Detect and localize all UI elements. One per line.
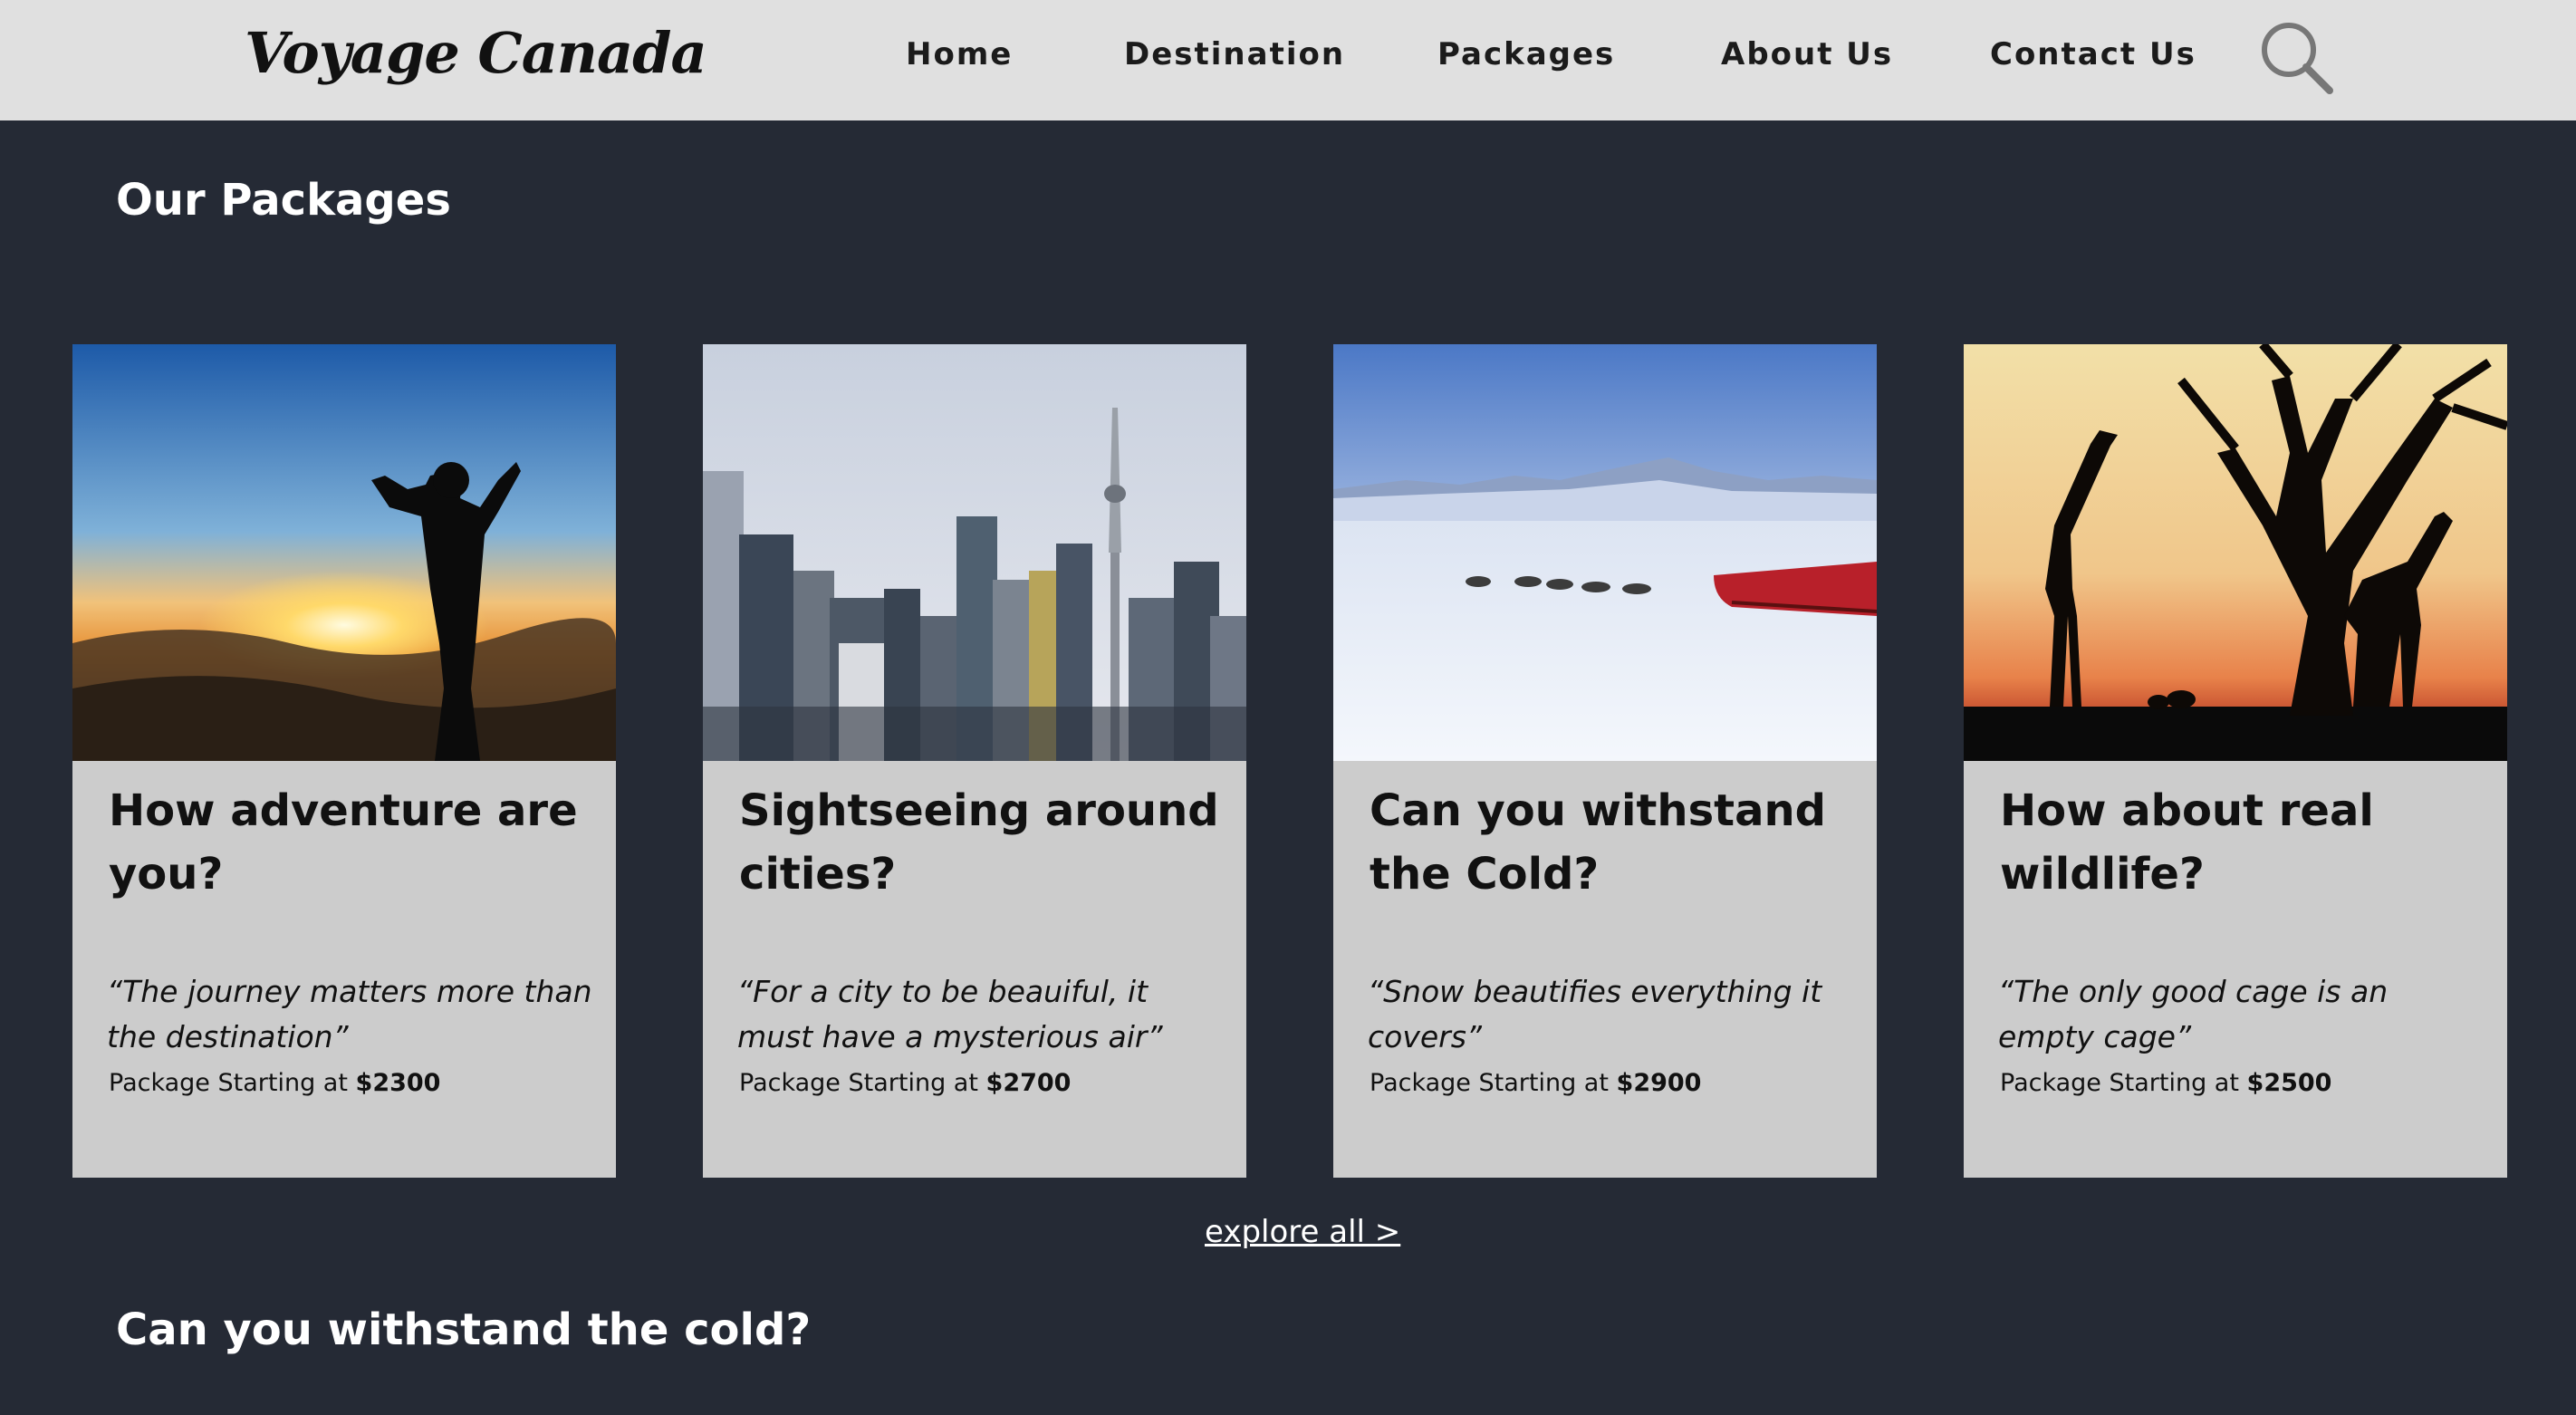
city-skyline-photo bbox=[703, 344, 1246, 761]
price-value: $2500 bbox=[2246, 1069, 2332, 1097]
card-price: Package Starting at $2700 bbox=[739, 1069, 1072, 1097]
snow-sled-dogs-photo bbox=[1333, 344, 1877, 761]
explore-all-link[interactable]: explore all > bbox=[1205, 1214, 1400, 1250]
section-title-cold: Can you withstand the cold? bbox=[116, 1304, 812, 1355]
nav-destination[interactable]: Destination bbox=[1124, 36, 1345, 72]
search-icon[interactable] bbox=[2259, 20, 2335, 96]
card-quote: “Snow beautifies everything it covers” bbox=[1368, 974, 1822, 1054]
hiker-sunset-photo bbox=[72, 344, 616, 761]
package-card-wildlife[interactable]: How about real wildlife? “The only good … bbox=[1964, 344, 2507, 1178]
price-value: $2300 bbox=[355, 1069, 441, 1097]
package-card-cold[interactable]: Can you withstand the Cold? “Snow beauti… bbox=[1333, 344, 1877, 1178]
brand-logo[interactable]: Voyage Canada bbox=[245, 20, 707, 86]
card-quote: “For a city to be beauiful, it must have… bbox=[737, 974, 1163, 1054]
card-price: Package Starting at $2900 bbox=[1370, 1069, 1702, 1097]
card-title: Sightseeing around cities? bbox=[739, 785, 1219, 900]
price-value: $2900 bbox=[1616, 1069, 1702, 1097]
nav-packages[interactable]: Packages bbox=[1437, 36, 1615, 72]
section-title-packages: Our Packages bbox=[116, 175, 451, 226]
card-quote: “The journey matters more than the desti… bbox=[107, 974, 592, 1054]
price-value: $2700 bbox=[985, 1069, 1072, 1097]
nav-about-us[interactable]: About Us bbox=[1721, 36, 1893, 72]
nav-contact-us[interactable]: Contact Us bbox=[1990, 36, 2196, 72]
package-card-adventure[interactable]: How adventure are you? “The journey matt… bbox=[72, 344, 616, 1178]
giraffe-silhouette-photo bbox=[1964, 344, 2507, 761]
card-price: Package Starting at $2500 bbox=[2000, 1069, 2332, 1097]
card-title: How adventure are you? bbox=[109, 785, 578, 900]
card-price: Package Starting at $2300 bbox=[109, 1069, 441, 1097]
navbar: Voyage Canada Home Destination Packages … bbox=[0, 0, 2576, 120]
card-quote: “The only good cage is an empty cage” bbox=[1998, 974, 2389, 1054]
package-card-cities[interactable]: Sightseeing around cities? “For a city t… bbox=[703, 344, 1246, 1178]
nav-home[interactable]: Home bbox=[906, 36, 1013, 72]
card-title: Can you withstand the Cold? bbox=[1370, 785, 1826, 900]
card-title: How about real wildlife? bbox=[2000, 785, 2374, 900]
